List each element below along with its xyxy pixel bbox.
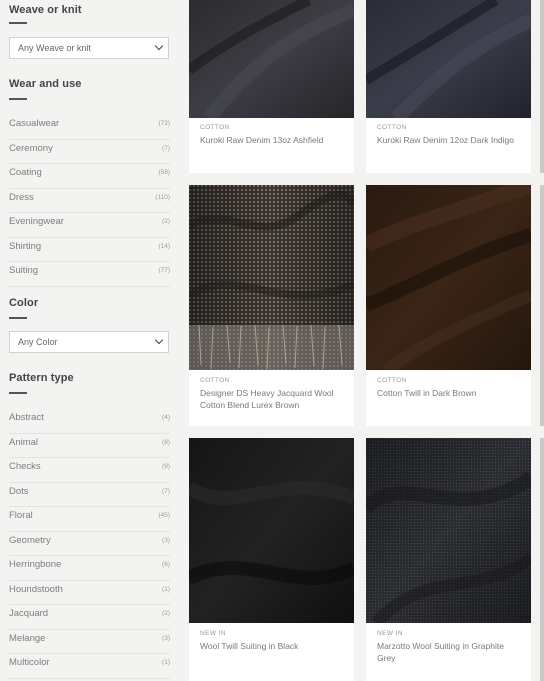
filter-item-label: Multicolor — [9, 657, 50, 668]
filter-item-melange[interactable]: Melange (3) — [9, 630, 170, 654]
filter-item-count: (3) — [162, 536, 170, 544]
product-image-denim-indigo — [366, 0, 531, 118]
filter-item-label: Abstract — [9, 412, 44, 423]
pattern-title-rule — [9, 392, 27, 394]
product-tag: NEW IN — [200, 630, 226, 637]
product-card[interactable]: NEW IN Wool Twill Suiting in Black — [189, 438, 354, 681]
filter-item-count: (58) — [158, 169, 170, 176]
filter-item-animal[interactable]: Animal (8) — [9, 434, 170, 458]
filter-item-abstract[interactable]: Abstract (4) — [9, 409, 170, 434]
product-name[interactable]: Kuroki Raw Denim 13oz Ashfield — [200, 134, 340, 146]
filter-item-multicolor[interactable]: Multicolor (1) — [9, 654, 170, 679]
filter-item-label: Herringbone — [9, 559, 62, 570]
filter-item-label: Geometry — [9, 534, 51, 546]
chevron-down-icon — [154, 41, 164, 51]
filter-item-count: (9) — [162, 463, 170, 470]
product-image-jacquard-lurex — [189, 185, 354, 370]
filter-item-label: Ceremony — [9, 142, 53, 154]
filter-item-count: (2) — [162, 610, 170, 617]
weave-filter-title: Weave or knit — [9, 4, 82, 16]
chevron-down-icon — [154, 335, 164, 345]
product-name[interactable]: Designer DS Heavy Jacquard Wool Cotton B… — [200, 387, 340, 411]
filter-item-count: (14) — [158, 242, 170, 250]
weave-title-rule — [9, 22, 27, 24]
filter-item-count: (72) — [158, 120, 170, 127]
filter-item-dots[interactable]: Dots (7) — [9, 483, 170, 507]
filter-item-label: Floral — [9, 510, 33, 521]
filter-item-label: Animal — [9, 436, 39, 448]
filter-item-shirting[interactable]: Shirting (14) — [9, 238, 170, 262]
weave-select[interactable]: Any Weave or knit — [9, 37, 169, 59]
filter-item-count: (1) — [162, 585, 170, 593]
filter-sidebar: Weave or knit Any Weave or knit Wear and… — [0, 0, 178, 681]
product-image-wool-black — [189, 438, 354, 623]
filter-item-label: Dress — [9, 191, 34, 203]
filter-item-label: Casualwear — [9, 118, 60, 129]
filter-item-label: Houndstooth — [9, 583, 63, 595]
filter-item-count: (2) — [162, 218, 170, 225]
filter-item-geometry[interactable]: Geometry (3) — [9, 532, 170, 556]
filter-item-houndstooth[interactable]: Houndstooth (1) — [9, 581, 170, 605]
filter-item-ceremony[interactable]: Ceremony (7) — [9, 140, 170, 164]
product-name[interactable]: Kuroki Raw Denim 12oz Dark Indigo — [377, 134, 517, 146]
filter-item-label: Jacquard — [9, 608, 49, 619]
filter-item-count: (7) — [162, 144, 170, 152]
product-tag: COTTON — [377, 377, 407, 384]
filter-item-count: (7) — [162, 487, 170, 495]
product-tag: COTTON — [377, 124, 407, 131]
filter-item-floral[interactable]: Floral (45) — [9, 507, 170, 532]
next-card-edge — [540, 0, 544, 173]
color-filter-title: Color — [9, 297, 39, 309]
filter-item-label: Checks — [9, 461, 41, 472]
product-tag: NEW IN — [377, 630, 403, 637]
product-card[interactable]: COTTON Kuroki Raw Denim 13oz Ashfield — [189, 0, 354, 173]
filter-item-count: (45) — [158, 512, 170, 519]
filter-item-dress[interactable]: Dress (110) — [9, 189, 170, 213]
filter-item-eveningwear[interactable]: Eveningwear (2) — [9, 213, 170, 238]
filter-item-count: (110) — [155, 193, 170, 201]
product-tag: COTTON — [200, 377, 230, 384]
color-select-value: Any Color — [18, 337, 58, 347]
filter-item-jacquard[interactable]: Jacquard (2) — [9, 605, 170, 630]
filter-item-herringbone[interactable]: Herringbone (6) — [9, 556, 170, 581]
wear-title-rule — [9, 98, 27, 100]
product-image-twill-brown — [366, 185, 531, 370]
filter-item-count: (3) — [162, 634, 170, 642]
filter-item-label: Suiting — [9, 265, 39, 276]
product-image-wool-graphite — [366, 438, 531, 623]
product-card[interactable]: NEW IN Marzotto Wool Suiting in Graphite… — [366, 438, 531, 681]
pattern-filter-list: Abstract (4) Animal (8) Checks (9) Dots (7) Flor… — [9, 409, 170, 679]
filter-item-coating[interactable]: Coating (58) — [9, 164, 170, 189]
filter-item-label: Eveningwear — [9, 216, 64, 227]
color-select[interactable]: Any Color — [9, 331, 169, 353]
filter-item-count: (4) — [162, 414, 170, 421]
filter-item-count: (8) — [162, 438, 170, 446]
product-name[interactable]: Marzotto Wool Suiting in Graphite Grey — [377, 640, 517, 664]
weave-select-value: Any Weave or knit — [18, 43, 91, 53]
product-grid: COTTON Kuroki Raw Denim 13oz Ashfield CO… — [189, 0, 544, 681]
product-card[interactable]: COTTON Cotton Twill in Dark Brown — [366, 185, 531, 426]
product-name[interactable]: Cotton Twill in Dark Brown — [377, 387, 517, 399]
wear-filter-title: Wear and use — [9, 78, 82, 90]
wear-filter-list: Casualwear (72) Ceremony (7) Coating (58) Dres… — [9, 115, 170, 287]
filter-item-casualwear[interactable]: Casualwear (72) — [9, 115, 170, 140]
product-card[interactable]: COTTON Kuroki Raw Denim 12oz Dark Indigo — [366, 0, 531, 173]
next-card-edge — [540, 438, 544, 681]
next-card-edge — [540, 185, 544, 426]
product-name[interactable]: Wool Twill Suiting in Black — [200, 640, 340, 652]
color-title-rule — [9, 317, 27, 319]
filter-item-count: (1) — [162, 659, 170, 666]
filter-item-count: (77) — [158, 267, 170, 274]
pattern-filter-title: Pattern type — [9, 372, 74, 384]
filter-item-suiting[interactable]: Suiting (77) — [9, 262, 170, 287]
product-image-denim-ashfield — [189, 0, 354, 118]
filter-item-checks[interactable]: Checks (9) — [9, 458, 170, 483]
product-tag: COTTON — [200, 124, 230, 131]
product-card[interactable]: COTTON Designer DS Heavy Jacquard Wool C… — [189, 185, 354, 426]
filter-item-label: Dots — [9, 485, 29, 497]
filter-item-count: (6) — [162, 561, 170, 568]
filter-item-label: Coating — [9, 167, 42, 178]
filter-item-label: Melange — [9, 632, 46, 644]
filter-item-label: Shirting — [9, 240, 42, 252]
